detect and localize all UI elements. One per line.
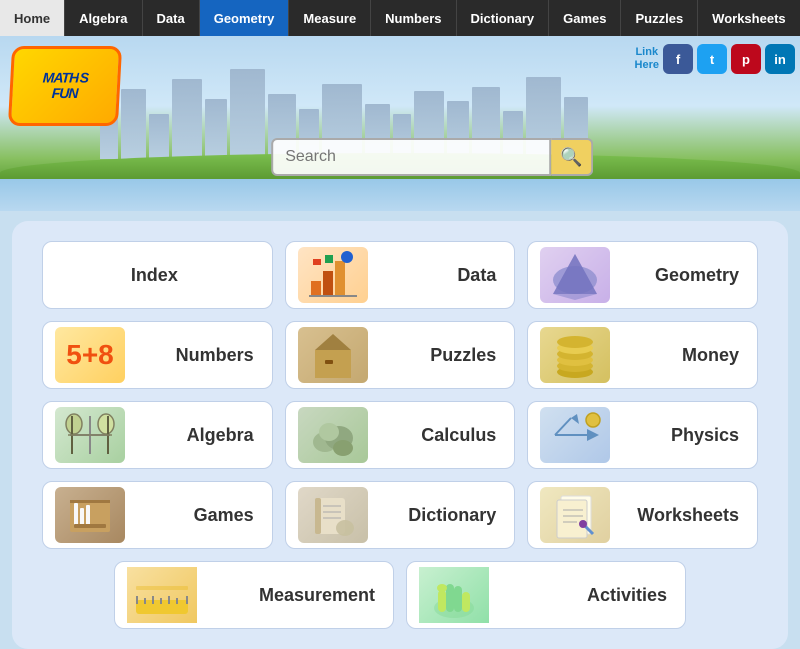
social-links: Link Here f t p in [635,44,795,74]
puzzles-icon [298,327,368,383]
calculus-icon [298,407,368,463]
physics-icon [540,407,610,463]
money-item[interactable]: Money [527,321,758,389]
geometry-item[interactable]: Geometry [527,241,758,309]
search-button[interactable]: 🔍 [551,138,593,176]
twitter-button[interactable]: t [697,44,727,74]
measurement-item[interactable]: Measurement [114,561,394,629]
nav-home[interactable]: Home [0,0,65,36]
activities-item[interactable]: Activities [406,561,686,629]
algebra-item[interactable]: Algebra [42,401,273,469]
linkedin-button[interactable]: in [765,44,795,74]
nav-puzzles[interactable]: Puzzles [621,0,698,36]
water-reflection [0,179,800,211]
geometry-icon [540,247,610,303]
games-item[interactable]: Games [42,481,273,549]
bottom-row: Measurement Activities [42,561,758,629]
nav-dictionary[interactable]: Dictionary [457,0,550,36]
nav-geometry[interactable]: Geometry [200,0,290,36]
link-here-label: Link Here [635,46,659,72]
site-logo[interactable]: MATHiS FUN [8,46,122,126]
dictionary-icon [298,487,368,543]
nav-algebra[interactable]: Algebra [65,0,142,36]
money-icon [540,327,610,383]
top-navigation: Home Algebra Data Geometry Measure Numbe… [0,0,800,36]
search-input[interactable] [271,138,551,176]
nav-measure[interactable]: Measure [289,0,371,36]
calculus-item[interactable]: Calculus [285,401,516,469]
nav-numbers[interactable]: Numbers [371,0,456,36]
pinterest-button[interactable]: p [731,44,761,74]
data-item[interactable]: Data [285,241,516,309]
header: MATHiS FUN Link Here f t p in 🔍 [0,36,800,211]
games-icon [55,487,125,543]
puzzles-item[interactable]: Puzzles [285,321,516,389]
facebook-button[interactable]: f [663,44,693,74]
data-icon [298,247,368,303]
index-item[interactable]: Index [42,241,273,309]
worksheets-item[interactable]: Worksheets [527,481,758,549]
dictionary-item[interactable]: Dictionary [285,481,516,549]
worksheets-icon [540,487,610,543]
numbers-item[interactable]: 5+8 Numbers [42,321,273,389]
search-container: 🔍 [271,138,593,176]
nav-data[interactable]: Data [143,0,200,36]
activities-icon [419,567,489,623]
algebra-icon [55,407,125,463]
numbers-icon: 5+8 [55,327,125,383]
physics-item[interactable]: Physics [527,401,758,469]
nav-worksheets[interactable]: Worksheets [698,0,800,36]
main-grid: Index Data Geometry 5+8 [12,221,788,649]
nav-games[interactable]: Games [549,0,621,36]
measurement-icon [127,567,197,623]
